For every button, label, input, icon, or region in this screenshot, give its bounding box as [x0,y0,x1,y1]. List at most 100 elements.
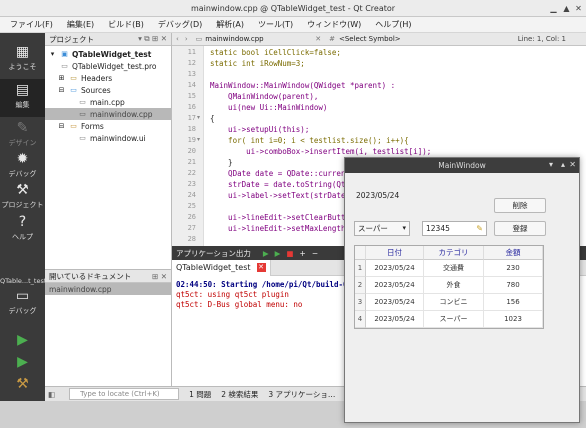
build-button[interactable]: ⚒ [0,373,45,393]
code-line[interactable]: MainWindow::MainWindow(QWidget *parent) … [210,80,395,91]
row-header[interactable]: 2 [355,277,366,294]
code-line[interactable]: ui->setupUi(this); [210,124,309,135]
code-line[interactable]: static int iRowNum=3; [210,58,305,69]
table-cell[interactable]: 2023/05/24 [366,311,424,328]
table-cell[interactable]: 2023/05/24 [366,260,424,277]
menu-help[interactable]: ヘルプ(H) [375,19,411,30]
table-cell[interactable]: 2023/05/24 [366,294,424,311]
editor-file-selector[interactable]: mainwindow.cpp [205,35,315,43]
column-header-category[interactable]: カテゴリ [424,246,484,260]
code-line[interactable]: strDate = date.toString(Qt:: [210,179,354,190]
minus-icon[interactable]: − [312,249,318,258]
code-line[interactable]: ui->lineEdit->setClearButton [210,212,354,223]
collapse-icon[interactable]: ⊟ [57,122,66,131]
menu-tools[interactable]: ツール(T) [258,19,293,30]
delete-button[interactable]: 削除 [494,198,546,213]
clear-brush-icon[interactable]: ✎ [476,222,483,235]
minimize-icon[interactable]: ▁ [548,3,559,14]
tree-item-mainwindow-ui[interactable]: ▭ mainwindow.ui [45,132,171,144]
mode-projects-label: プロジェクト [1,201,44,209]
filter-icon[interactable]: ▾ ⧉ ⊞ ✕ [138,34,167,44]
row-header[interactable]: 3 [355,294,366,311]
maximize-icon[interactable]: ▲ [561,3,572,14]
pane-issues[interactable]: 1 問題 [189,389,211,400]
column-header-date[interactable]: 日付 [366,246,424,260]
row-header[interactable]: 4 [355,311,366,328]
tree-item-forms[interactable]: ⊟ ▭ Forms [45,120,171,132]
code-line[interactable]: static bool iCellClick=false; [210,47,341,58]
tree-item-mainwindow-cpp[interactable]: ▭ mainwindow.cpp [45,108,171,120]
rerun-icon[interactable]: ▶ [263,249,269,258]
table-cell[interactable]: 交通費 [424,260,484,277]
code-line[interactable]: ui->label->setText(strDate); [210,190,354,201]
menu-edit[interactable]: 編集(E) [67,19,94,30]
table-cell[interactable]: スーパー [424,311,484,328]
table-cell[interactable]: 230 [484,260,543,277]
code-line[interactable]: { [210,113,215,124]
back-icon[interactable]: ‹ [176,35,179,43]
kit-selector[interactable]: QTable...t_test ▭ デバッグ [0,277,46,325]
expand-icon[interactable]: ▾ [48,50,57,59]
mode-edit[interactable]: ▤ 編集 [0,79,45,117]
pane-app-output[interactable]: 3 アプリケーショ… [268,389,335,400]
menu-build[interactable]: ビルド(B) [108,19,144,30]
close-tab-icon[interactable]: ✕ [256,263,266,272]
mode-help[interactable]: ? ヘルプ [0,211,45,249]
project-panel-title[interactable]: プロジェクト [49,34,94,45]
code-line[interactable]: QMainWindow(parent), [210,91,318,102]
column-header-amount[interactable]: 金額 [484,246,543,260]
tree-item-headers[interactable]: ⊞ ▭ Headers [45,72,171,84]
code-line[interactable]: ui->comboBox->insertItem(i, testlist[i])… [210,146,431,157]
code-line[interactable]: ui->lineEdit->setMaxLength( [210,223,350,234]
output-pane-title[interactable]: アプリケーション出力 [176,248,251,259]
app-minimize-icon[interactable]: ▾ [549,160,553,169]
tree-item-pro[interactable]: ▭ QTableWidget_test.pro [45,60,171,72]
table-cell[interactable]: コンビニ [424,294,484,311]
table-cell[interactable]: 1023 [484,311,543,328]
expense-table[interactable]: 日付 カテゴリ 金額 1 2023/05/24 交通費 230 2 2023/05/24 外… [354,245,544,329]
tree-item-sources[interactable]: ⊟ ▭ Sources [45,84,171,96]
mode-welcome[interactable]: ▦ ようこそ [0,41,45,79]
expand-icon[interactable]: ⊞ [57,74,66,83]
open-documents-title[interactable]: 開いているドキュメント [49,271,131,282]
output-tab[interactable]: QTableWidget_test ✕ [172,259,271,276]
run-button[interactable]: ▶ [0,329,45,349]
table-cell[interactable]: 780 [484,277,543,294]
add-icon[interactable]: + [300,249,306,258]
tree-item-main-cpp[interactable]: ▭ main.cpp [45,96,171,108]
pane-search-results[interactable]: 2 検索結果 [221,389,258,400]
sidebar-toggle-icon[interactable]: ◧ [48,390,55,399]
code-line[interactable]: for( int i=0; i < testlist.size(); i++){ [210,135,409,146]
stop-icon[interactable]: ■ [286,249,293,258]
menu-debug[interactable]: デバッグ(D) [158,19,202,30]
forward-icon[interactable]: › [185,35,188,43]
row-header[interactable]: 1 [355,260,366,277]
close-icon[interactable]: ✕ [573,3,584,14]
run-icon: ▶ [17,332,28,348]
app-close-icon[interactable]: ✕ [569,160,576,169]
tree-item-project[interactable]: ▾ ▣ QTableWidget_test [45,48,171,60]
collapse-icon[interactable]: ⊟ [57,86,66,95]
table-cell[interactable]: 外食 [424,277,484,294]
locator-input[interactable]: Type to locate (Ctrl+K) [69,388,180,400]
project-panel: プロジェクト ▾ ⧉ ⊞ ✕ ▾ ▣ QTableWidget_test ▭ Q… [45,33,172,269]
table-cell[interactable]: 156 [484,294,543,311]
menu-window[interactable]: ウィンドウ(W) [307,19,361,30]
split-icon[interactable]: ⊞ ✕ [152,272,167,281]
tree-label: main.cpp [90,97,125,107]
menu-analyze[interactable]: 解析(A) [216,19,244,30]
table-cell[interactable]: 2023/05/24 [366,277,424,294]
app-maximize-icon[interactable]: ▴ [561,160,565,169]
symbol-selector[interactable]: <Select Symbol> [339,35,449,43]
open-doc-item[interactable]: mainwindow.cpp [45,283,171,295]
debug-icon[interactable]: ▶ [275,249,281,258]
code-line[interactable]: ui(new Ui::MainWindow) [210,102,327,113]
register-button[interactable]: 登録 [494,221,546,236]
category-combo[interactable]: スーパー ▾ [354,221,410,236]
edit-icon: ▤ [15,82,30,98]
menu-file[interactable]: ファイル(F) [10,19,53,30]
code-line[interactable]: } [210,157,233,168]
debug-run-button[interactable]: ▶ [0,351,45,371]
close-file-icon[interactable]: ✕ [315,35,321,43]
amount-input[interactable]: 12345 ✎ [422,221,487,236]
